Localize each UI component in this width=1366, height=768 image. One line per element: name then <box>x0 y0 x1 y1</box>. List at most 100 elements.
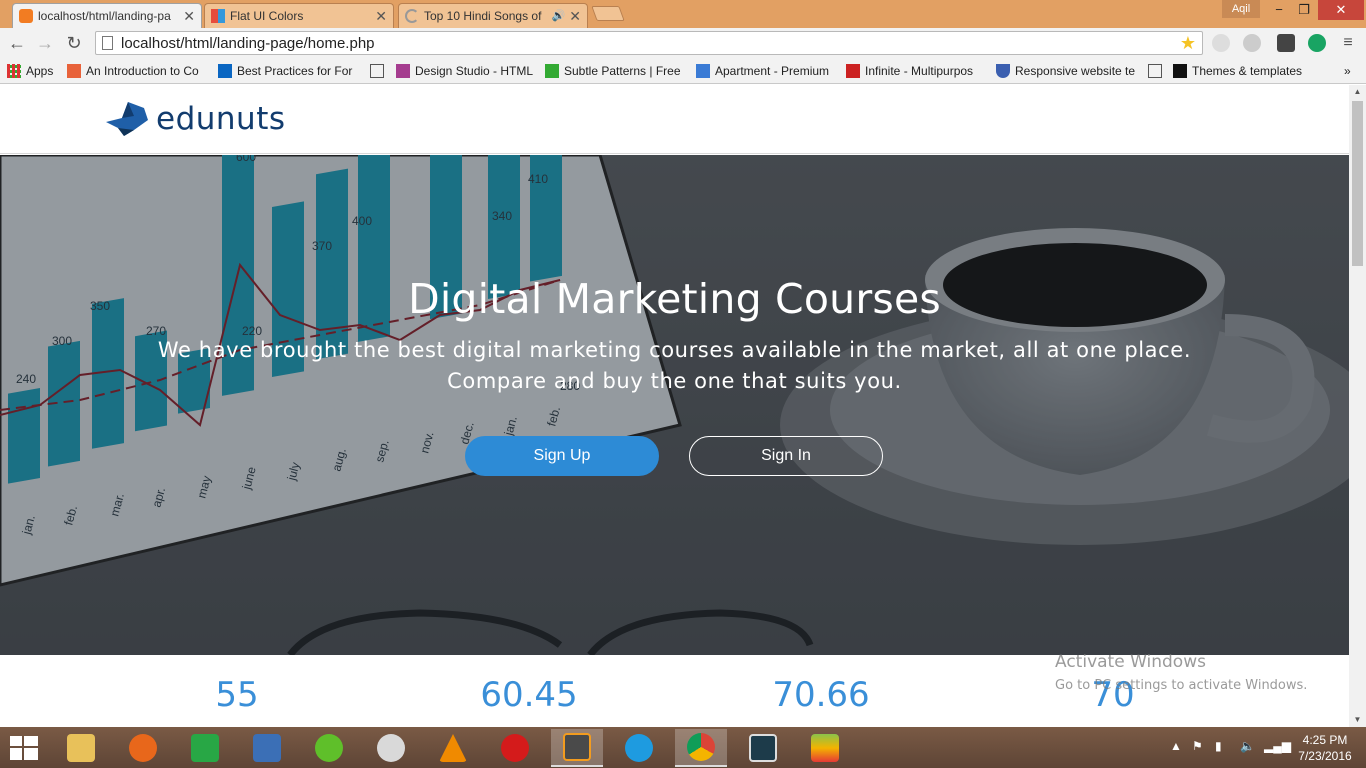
bookmark-label: Responsive website te <box>1015 64 1136 78</box>
design-studio-icon <box>396 64 410 78</box>
plus-favicon-icon <box>67 64 81 78</box>
close-tab-icon[interactable]: ✕ <box>569 9 581 23</box>
bookmark-item[interactable]: Best Practices for For <box>218 62 358 80</box>
minimize-button[interactable]: − <box>1265 0 1293 20</box>
windows-taskbar: ▲ ⚑ ▮ 🔈 ▂▄▆ 4:25 PM 7/23/2016 <box>0 727 1366 768</box>
loading-spinner-icon <box>405 9 419 23</box>
bookmark-item[interactable]: An Introduction to Co <box>67 62 207 80</box>
extension-icon[interactable] <box>1243 34 1261 52</box>
bookmark-item[interactable] <box>370 62 384 80</box>
sign-up-button[interactable]: Sign Up <box>465 436 659 476</box>
chrome-icon[interactable] <box>675 729 727 767</box>
internet-explorer-icon[interactable] <box>613 729 665 767</box>
volume-icon[interactable]: 🔈 <box>1240 739 1255 753</box>
linkedin-icon <box>218 64 232 78</box>
bookmark-label: Infinite - Multipurpos <box>865 64 974 78</box>
close-window-button[interactable]: ✕ <box>1318 0 1364 20</box>
flat-ui-favicon-icon <box>211 9 225 23</box>
stat-value: 70.66 <box>772 675 870 715</box>
bookmark-apps[interactable]: Apps <box>7 62 53 80</box>
page-icon <box>370 64 384 78</box>
bookmark-item[interactable]: Themes & templates <box>1173 62 1311 80</box>
forward-arrow-icon[interactable]: → <box>34 32 56 54</box>
close-tab-icon[interactable]: ✕ <box>375 9 387 23</box>
tab-title: Top 10 Hindi Songs of <box>424 9 542 23</box>
url-text: localhost/html/landing-page/home.php <box>121 34 375 52</box>
tab-localhost[interactable]: localhost/html/landing-pa ✕ <box>12 3 202 28</box>
maximize-button[interactable]: ❐ <box>1290 0 1318 20</box>
opera-icon[interactable] <box>489 729 541 767</box>
reload-icon[interactable]: ↻ <box>63 32 85 54</box>
scroll-down-arrow-icon[interactable]: ▼ <box>1349 713 1366 727</box>
bookmark-label: Best Practices for For <box>237 64 353 78</box>
tab-title: localhost/html/landing-pa <box>38 9 171 23</box>
site-logo[interactable]: edunuts <box>104 100 286 138</box>
system-clock[interactable]: 4:25 PM 7/23/2016 <box>1290 732 1360 764</box>
page-viewport: edunuts 240 300 350 270 220 600 370 400 340 410 28… <box>0 85 1349 727</box>
bookmark-item[interactable]: Infinite - Multipurpos <box>846 62 986 80</box>
address-bar[interactable]: localhost/html/landing-page/home.php ★ <box>95 31 1203 55</box>
bookmark-item[interactable]: Design Studio - HTML <box>396 62 536 80</box>
subtle-patterns-icon <box>545 64 559 78</box>
bookmark-item[interactable] <box>1148 62 1162 80</box>
tab-title: Flat UI Colors <box>230 9 304 23</box>
page-scrollbar[interactable]: ▲ ▼ <box>1349 85 1366 727</box>
bookmark-label: An Introduction to Co <box>86 64 199 78</box>
grammarly-icon[interactable] <box>1308 34 1326 52</box>
browser-titlebar: localhost/html/landing-pa ✕ Flat UI Colo… <box>0 0 1366 28</box>
clock-time: 4:25 PM <box>1302 733 1348 747</box>
file-explorer-icon[interactable] <box>55 729 107 767</box>
paint-icon[interactable] <box>365 729 417 767</box>
hero-title: Digital Marketing Courses <box>408 275 941 323</box>
menu-icon[interactable]: ≡ <box>1337 32 1359 54</box>
clock-date: 7/23/2016 <box>1298 749 1352 763</box>
sublime-text-icon[interactable] <box>551 729 603 767</box>
page-icon <box>1148 64 1162 78</box>
stat-value: 55 <box>215 675 259 715</box>
logo-text: edunuts <box>156 101 286 137</box>
activate-windows-watermark: Activate Windows Go to PC settings to ac… <box>1055 652 1307 693</box>
profile-button[interactable]: Aqil <box>1222 0 1260 18</box>
hero-section: 240 300 350 270 220 600 370 400 340 410 280 jan. fe… <box>0 155 1349 655</box>
tab-flat-ui-colors[interactable]: Flat UI Colors ✕ <box>204 3 394 28</box>
extension-icon[interactable] <box>1212 34 1230 52</box>
scroll-up-arrow-icon[interactable]: ▲ <box>1349 85 1366 99</box>
action-center-flag-icon[interactable]: ⚑ <box>1192 739 1203 753</box>
tab-hindi-songs[interactable]: Top 10 Hindi Songs of 🔊 ✕ <box>398 3 588 28</box>
browser-toolbar: ← → ↻ localhost/html/landing-page/home.p… <box>0 28 1366 58</box>
wp-icon <box>846 64 860 78</box>
more-bookmarks-button[interactable]: » <box>1344 62 1351 80</box>
bookmark-item[interactable]: Apartment - Premium <box>696 62 834 80</box>
tray-expand-icon[interactable]: ▲ <box>1170 739 1182 753</box>
bluestacks-icon[interactable] <box>799 729 851 767</box>
extension-icon[interactable] <box>1277 34 1295 52</box>
back-arrow-icon[interactable]: ← <box>6 32 28 54</box>
page-icon <box>102 36 113 50</box>
network-signal-icon[interactable]: ▂▄▆ <box>1264 739 1291 753</box>
green-app-icon[interactable] <box>303 729 355 767</box>
bookmark-item[interactable]: Subtle Patterns | Free <box>545 62 683 80</box>
bookmark-item[interactable]: Responsive website te <box>996 62 1136 80</box>
watermark-title: Activate Windows <box>1055 652 1206 672</box>
windows-start-icon[interactable] <box>10 736 38 760</box>
close-tab-icon[interactable]: ✕ <box>183 9 195 23</box>
themes-icon <box>1173 64 1187 78</box>
editor-icon[interactable] <box>737 729 789 767</box>
apps-grid-icon <box>7 64 21 78</box>
firefox-icon[interactable] <box>117 729 169 767</box>
bookmark-label: Subtle Patterns | Free <box>564 64 681 78</box>
mail-icon[interactable] <box>241 729 293 767</box>
bookmark-label: Apps <box>26 64 54 78</box>
store-icon[interactable] <box>179 729 231 767</box>
bookmark-label: Design Studio - HTML <box>415 64 534 78</box>
hero-overlay <box>0 155 1349 655</box>
hero-subtitle: We have brought the best digital marketi… <box>157 338 1192 393</box>
vlc-icon[interactable] <box>427 729 479 767</box>
bookmark-label: Themes & templates <box>1192 64 1303 78</box>
scroll-thumb[interactable] <box>1352 101 1363 266</box>
home-icon <box>696 64 710 78</box>
bookmark-star-icon[interactable]: ★ <box>1180 33 1196 54</box>
new-tab-button[interactable] <box>591 6 625 21</box>
sign-in-button[interactable]: Sign In <box>689 436 883 476</box>
battery-icon[interactable]: ▮ <box>1215 739 1222 753</box>
